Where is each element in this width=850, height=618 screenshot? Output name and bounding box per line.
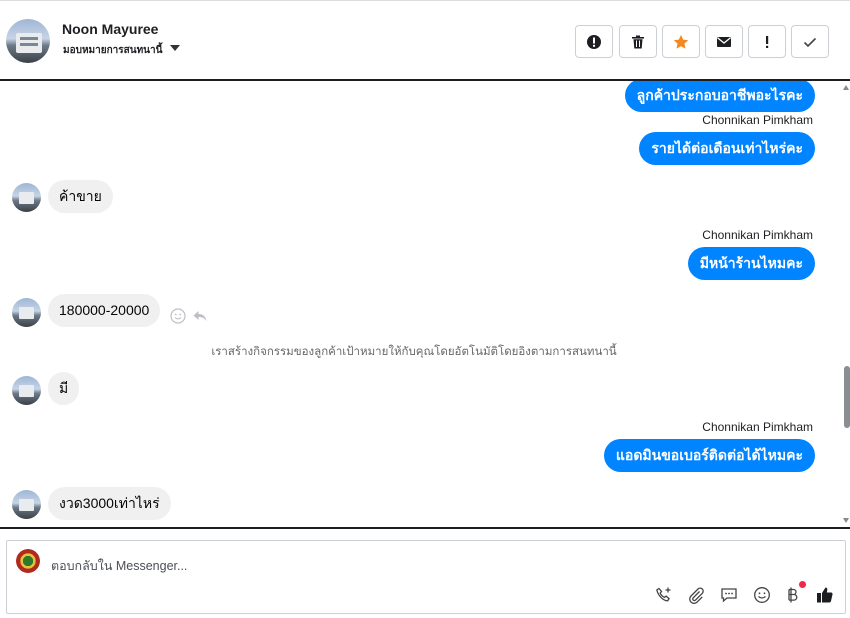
attach-button[interactable] <box>686 585 706 605</box>
incoming-message[interactable]: ค้าขาย <box>48 180 113 213</box>
star-icon <box>673 34 689 49</box>
page-avatar <box>16 549 40 573</box>
sender-name: Chonnikan Pimkham <box>702 420 813 434</box>
saved-reply-icon <box>721 588 737 603</box>
star-button[interactable] <box>662 25 700 58</box>
assign-conversation-dropdown[interactable]: มอบหมายการสนทนานี้ <box>63 43 162 58</box>
contact-avatar-small <box>12 183 41 212</box>
outgoing-message[interactable]: แอดมินขอเบอร์ติดต่อได้ไหมคะ <box>603 439 815 472</box>
delete-button[interactable] <box>619 25 657 58</box>
scrollbar[interactable] <box>842 81 850 527</box>
conversation-header: Noon Mayuree มอบหมายการสนทนานี้ <box>0 0 850 81</box>
call-button[interactable] <box>654 585 674 605</box>
like-button[interactable] <box>815 585 835 605</box>
incoming-message[interactable]: มี <box>48 372 80 405</box>
call-add-icon <box>656 587 671 602</box>
spam-icon <box>587 34 601 49</box>
follow-up-button[interactable] <box>748 25 786 58</box>
message-thread[interactable]: ลูกค้าประกอบอาชีพอะไรคะ Chonnikan Pimkha… <box>0 81 850 527</box>
trash-icon <box>632 35 644 48</box>
notification-dot <box>799 581 806 588</box>
contact-avatar-small <box>12 490 41 519</box>
sender-name: Chonnikan Pimkham <box>702 113 813 127</box>
scrollbar-thumb[interactable] <box>844 366 850 428</box>
emoji-icon <box>754 587 770 603</box>
reply-input[interactable]: ตอบกลับใน Messenger... <box>51 556 187 576</box>
scroll-up-arrow-icon[interactable] <box>843 85 849 90</box>
incoming-message[interactable]: งวด3000เท่าไหร่ <box>48 487 171 520</box>
reply-icon[interactable] <box>192 308 208 324</box>
attach-icon <box>689 587 704 604</box>
contact-name[interactable]: Noon Mayuree <box>62 21 158 37</box>
mark-done-button[interactable] <box>791 25 829 58</box>
chevron-down-icon[interactable] <box>170 45 180 51</box>
alert-icon <box>766 35 769 48</box>
outgoing-message[interactable]: ลูกค้าประกอบอาชีพอะไรคะ <box>624 81 815 112</box>
saved-replies-button[interactable] <box>719 585 739 605</box>
sender-name: Chonnikan Pimkham <box>702 228 813 242</box>
baht-payment-icon <box>788 587 798 603</box>
like-icon <box>817 587 833 603</box>
scroll-down-arrow-icon[interactable] <box>843 518 849 523</box>
check-icon <box>803 37 817 47</box>
mark-unread-button[interactable] <box>705 25 743 58</box>
emoji-button[interactable] <box>752 585 772 605</box>
inbox-conversation: Noon Mayuree มอบหมายการสนทนานี้ ลูกค้าปร… <box>0 0 850 618</box>
outgoing-message[interactable]: รายได้ต่อเดือนเท่าไหร่คะ <box>639 132 815 165</box>
react-emoji-icon[interactable] <box>170 308 186 324</box>
system-notice: เราสร้างกิจกรรมของลูกค้าเป้าหมายให้กับคุ… <box>211 346 617 358</box>
payment-button[interactable] <box>783 585 803 605</box>
reply-box[interactable]: ตอบกลับใน Messenger... <box>6 540 846 614</box>
mark-spam-button[interactable] <box>575 25 613 58</box>
outgoing-message[interactable]: มีหน้าร้านไหมคะ <box>687 247 815 280</box>
contact-avatar-small <box>12 376 41 405</box>
contact-avatar[interactable] <box>6 19 50 63</box>
composer-area: ตอบกลับใน Messenger... <box>0 527 850 618</box>
incoming-message[interactable]: 180000-20000 <box>48 294 161 327</box>
contact-avatar-small <box>12 298 41 327</box>
mail-icon <box>717 36 731 47</box>
